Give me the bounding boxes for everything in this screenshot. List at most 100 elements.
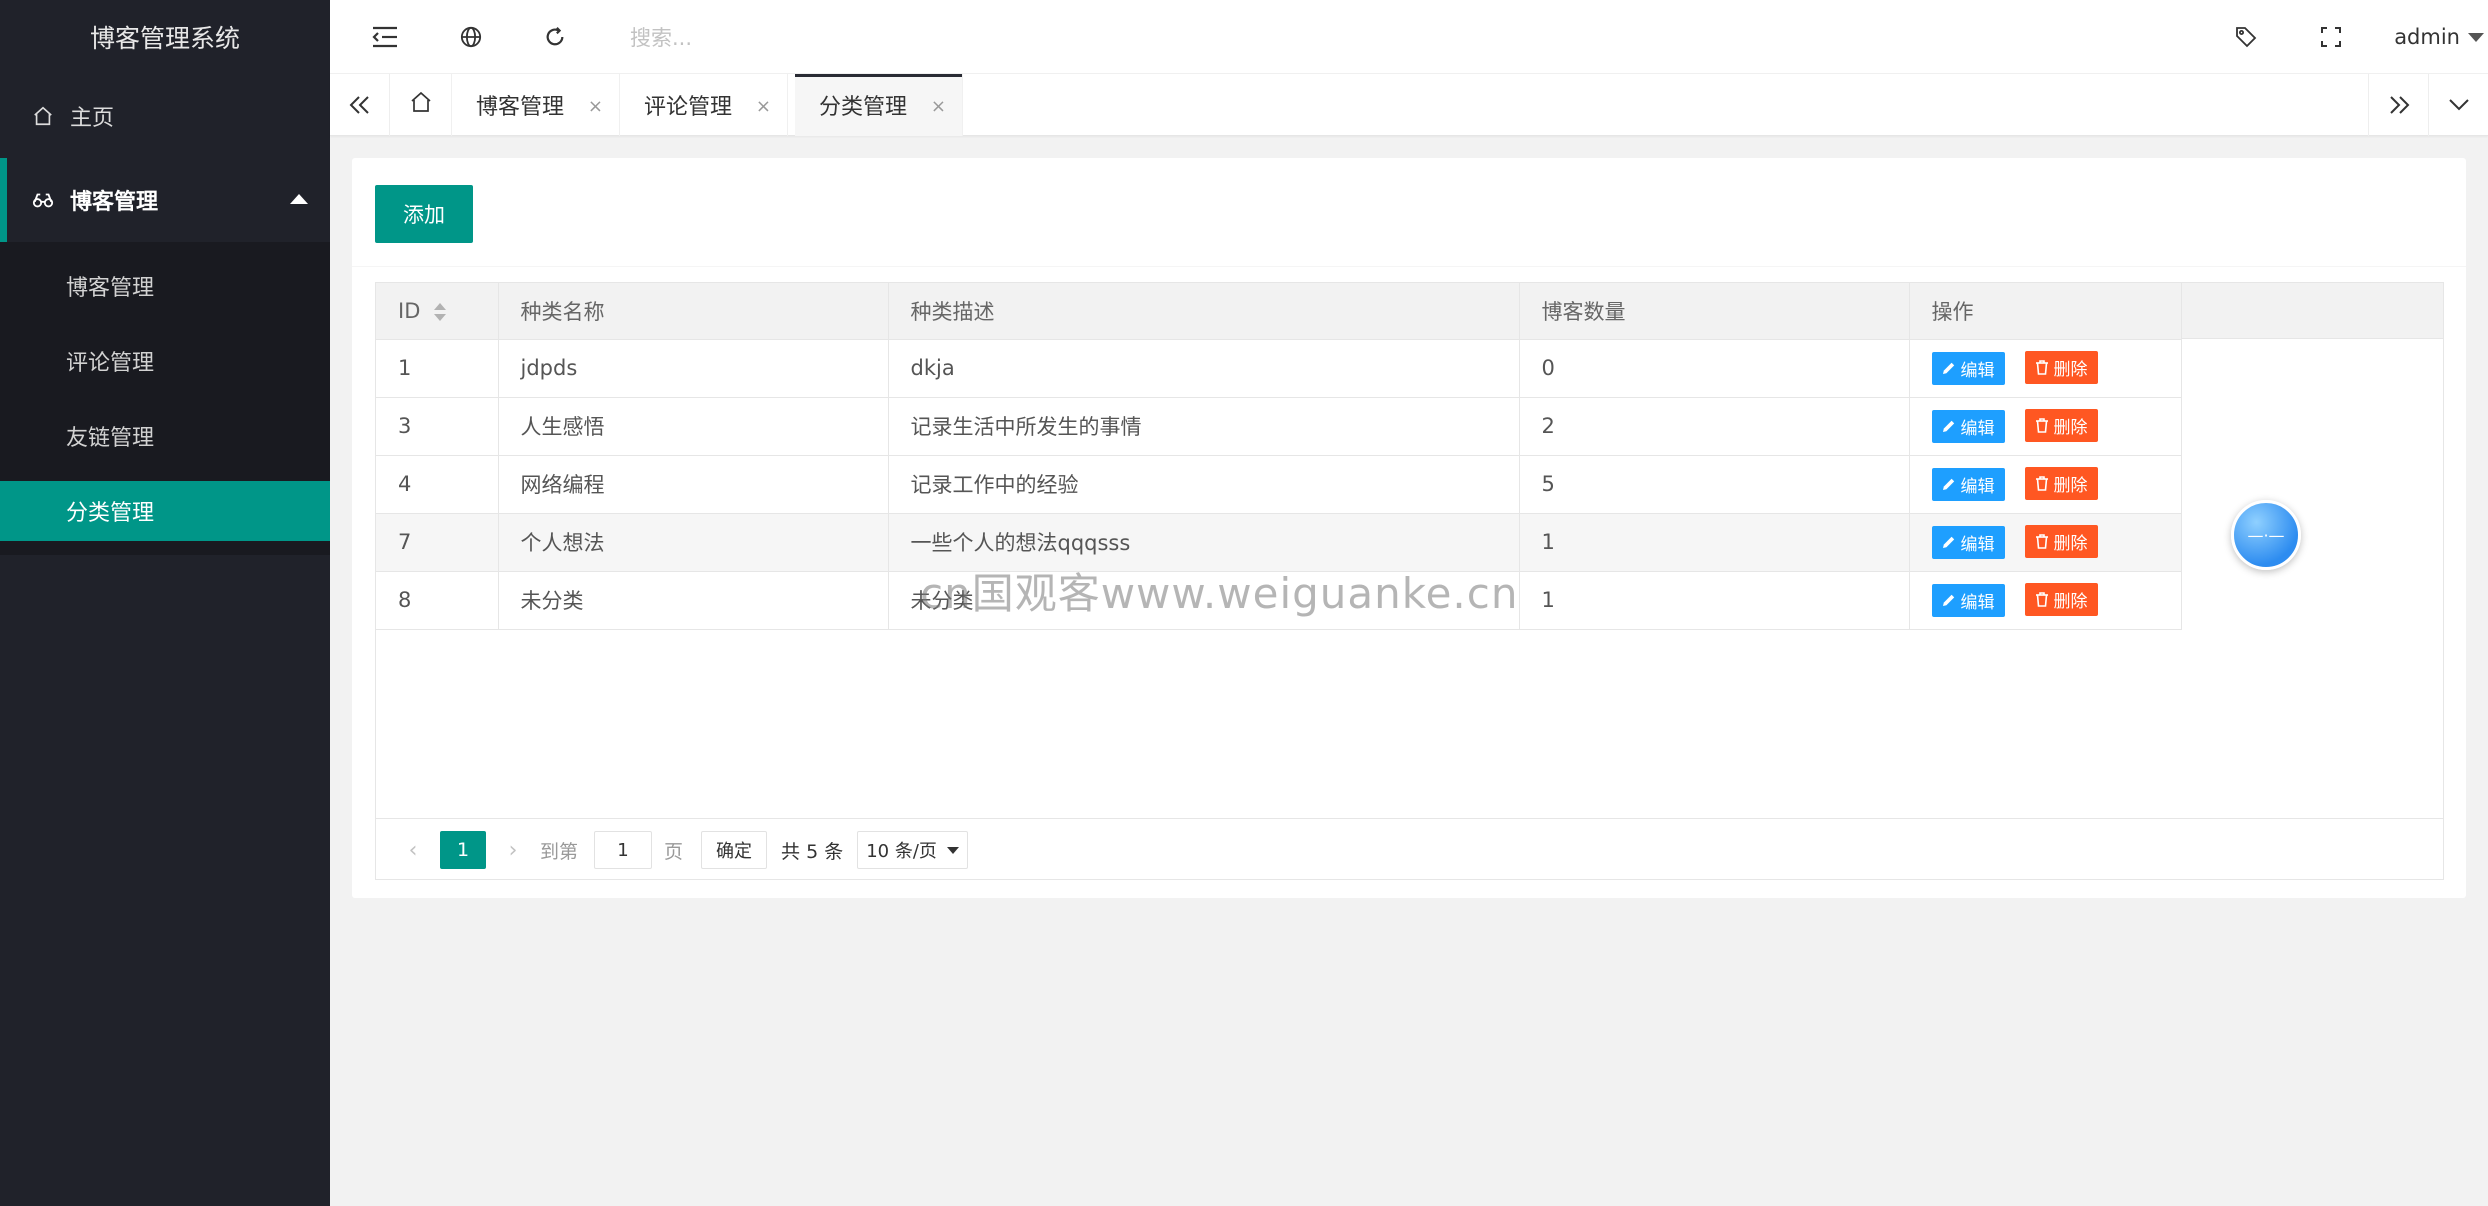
book-icon [30, 187, 56, 213]
floating-assistant-ball[interactable]: —·— [2231, 500, 2301, 570]
sidebar-item-blog[interactable]: 博客管理 [0, 248, 330, 323]
cell-count: 1 [1519, 571, 1910, 630]
delete-button[interactable]: 删除 [2024, 409, 2098, 443]
watermark: cn国观客www.weiguanke.cn [920, 569, 1519, 618]
table-row: 1 jdpds dkja 0 编辑 删除 [376, 339, 2182, 398]
total-count: 共 5 条 [781, 840, 844, 863]
cell-count: 5 [1519, 455, 1910, 514]
page-unit-label: 页 [664, 840, 684, 863]
trash-icon [2035, 534, 2048, 550]
pencil-icon [1942, 595, 1954, 607]
cell-desc: dkja [888, 339, 1520, 398]
sidebar: 博客管理系统 主页 博客管理 博客管理 评论管理 友链管理 分类管理 [0, 0, 330, 1206]
sidebar-item-categories[interactable]: 分类管理 [0, 481, 330, 541]
caret-up-icon [290, 194, 308, 204]
top-header: admin [330, 0, 2488, 74]
globe-icon[interactable] [456, 22, 486, 52]
cell-actions: 编辑 删除 [1909, 339, 2182, 398]
cell-actions: 编辑 删除 [1909, 397, 2182, 456]
cell-name: 未分类 [498, 571, 889, 630]
cell-actions: 编辑 删除 [1909, 455, 2182, 514]
column-header-count: 博客数量 [1519, 283, 1910, 340]
cell-name: jdpds [498, 339, 889, 398]
edit-button[interactable]: 编辑 [1931, 409, 2005, 443]
trash-icon [2035, 360, 2048, 376]
column-header-id[interactable]: ID [376, 283, 499, 340]
column-header-name: 种类名称 [498, 283, 889, 340]
close-icon[interactable]: × [756, 96, 771, 117]
home-icon [30, 103, 56, 129]
table-row: 4 网络编程 记录工作中的经验 5 编辑 删除 [376, 455, 2182, 514]
column-header-desc: 种类描述 [888, 283, 1520, 340]
user-menu[interactable]: admin [2394, 22, 2488, 52]
page-current[interactable]: 1 [440, 831, 486, 869]
delete-button[interactable]: 删除 [2024, 351, 2098, 385]
delete-button[interactable]: 删除 [2024, 525, 2098, 559]
tab-blog[interactable]: 博客管理 × [452, 74, 620, 136]
next-page-icon[interactable]: › [494, 831, 532, 869]
cell-id: 1 [376, 339, 499, 398]
cell-id: 7 [376, 513, 499, 572]
fullscreen-icon[interactable] [2316, 22, 2346, 52]
cell-name: 网络编程 [498, 455, 889, 514]
sidebar-group-blog[interactable]: 博客管理 [0, 158, 330, 242]
app-title: 博客管理系统 [0, 0, 330, 74]
sidebar-submenu: 博客管理 评论管理 友链管理 分类管理 [0, 242, 330, 555]
page-jump-input[interactable] [594, 831, 653, 869]
cell-id: 3 [376, 397, 499, 456]
add-button[interactable]: 添加 [375, 185, 473, 243]
cell-count: 2 [1519, 397, 1910, 456]
skip-label: 到第 [540, 840, 579, 863]
tag-icon[interactable] [2231, 22, 2261, 52]
edit-button[interactable]: 编辑 [1931, 351, 2005, 385]
tabs-scroll-left-icon[interactable] [330, 74, 390, 136]
tab-categories[interactable]: 分类管理 × [795, 74, 963, 136]
sidebar-item-comments[interactable]: 评论管理 [0, 323, 330, 398]
close-icon[interactable]: × [588, 96, 603, 117]
refresh-icon[interactable] [540, 22, 570, 52]
column-header-actions: 操作 [1909, 283, 2182, 340]
tab-home[interactable] [390, 74, 452, 136]
prev-page-icon[interactable]: ‹ [394, 831, 432, 869]
content-card: 添加 ID 种类名称 种类描述 博客数量 操作 1 jdpds dkja 0 编… [352, 158, 2466, 898]
close-icon[interactable]: × [931, 96, 946, 117]
tabs-bar: 博客管理 × 评论管理 × 分类管理 × [330, 74, 2488, 136]
delete-button[interactable]: 删除 [2024, 467, 2098, 501]
user-name: admin [2394, 25, 2460, 49]
pencil-icon [1942, 421, 1954, 433]
sidebar-group-label: 博客管理 [70, 190, 159, 215]
search-input[interactable] [630, 18, 1050, 58]
sidebar-item-home[interactable]: 主页 [0, 74, 330, 158]
cell-desc: 记录工作中的经验 [888, 455, 1520, 514]
tabs-scroll-right-icon[interactable] [2368, 74, 2428, 136]
menu-fold-icon[interactable] [370, 22, 400, 52]
pencil-icon [1942, 363, 1954, 375]
sort-icon[interactable] [434, 302, 447, 321]
page-size-select[interactable]: 10 条/页 [857, 831, 968, 869]
confirm-button[interactable]: 确定 [701, 831, 768, 869]
cell-id: 8 [376, 571, 499, 630]
table-header-row: ID 种类名称 种类描述 博客数量 操作 [376, 283, 2182, 340]
cell-id: 4 [376, 455, 499, 514]
chevron-down-icon [946, 846, 959, 854]
edit-button[interactable]: 编辑 [1931, 467, 2005, 501]
trash-icon [2035, 592, 2048, 608]
edit-button[interactable]: 编辑 [1931, 583, 2005, 617]
cell-count: 0 [1519, 339, 1910, 398]
cell-actions: 编辑 删除 [1909, 513, 2182, 572]
sidebar-item-links[interactable]: 友链管理 [0, 398, 330, 473]
pagination: ‹ 1 › 到第 页 确定 共 5 条 10 条/页 [376, 819, 2443, 881]
sidebar-item-label: 主页 [70, 106, 115, 131]
caret-down-icon [2468, 32, 2484, 42]
delete-button[interactable]: 删除 [2024, 583, 2098, 617]
pencil-icon [1942, 537, 1954, 549]
table-row: 3 人生感悟 记录生活中所发生的事情 2 编辑 删除 [376, 397, 2182, 456]
cell-actions: 编辑 删除 [1909, 571, 2182, 630]
edit-button[interactable]: 编辑 [1931, 525, 2005, 559]
cell-name: 个人想法 [498, 513, 889, 572]
tab-comments[interactable]: 评论管理 × [620, 74, 788, 136]
tabs-dropdown-icon[interactable] [2428, 74, 2488, 136]
cell-count: 1 [1519, 513, 1910, 572]
trash-icon [2035, 418, 2048, 434]
trash-icon [2035, 476, 2048, 492]
